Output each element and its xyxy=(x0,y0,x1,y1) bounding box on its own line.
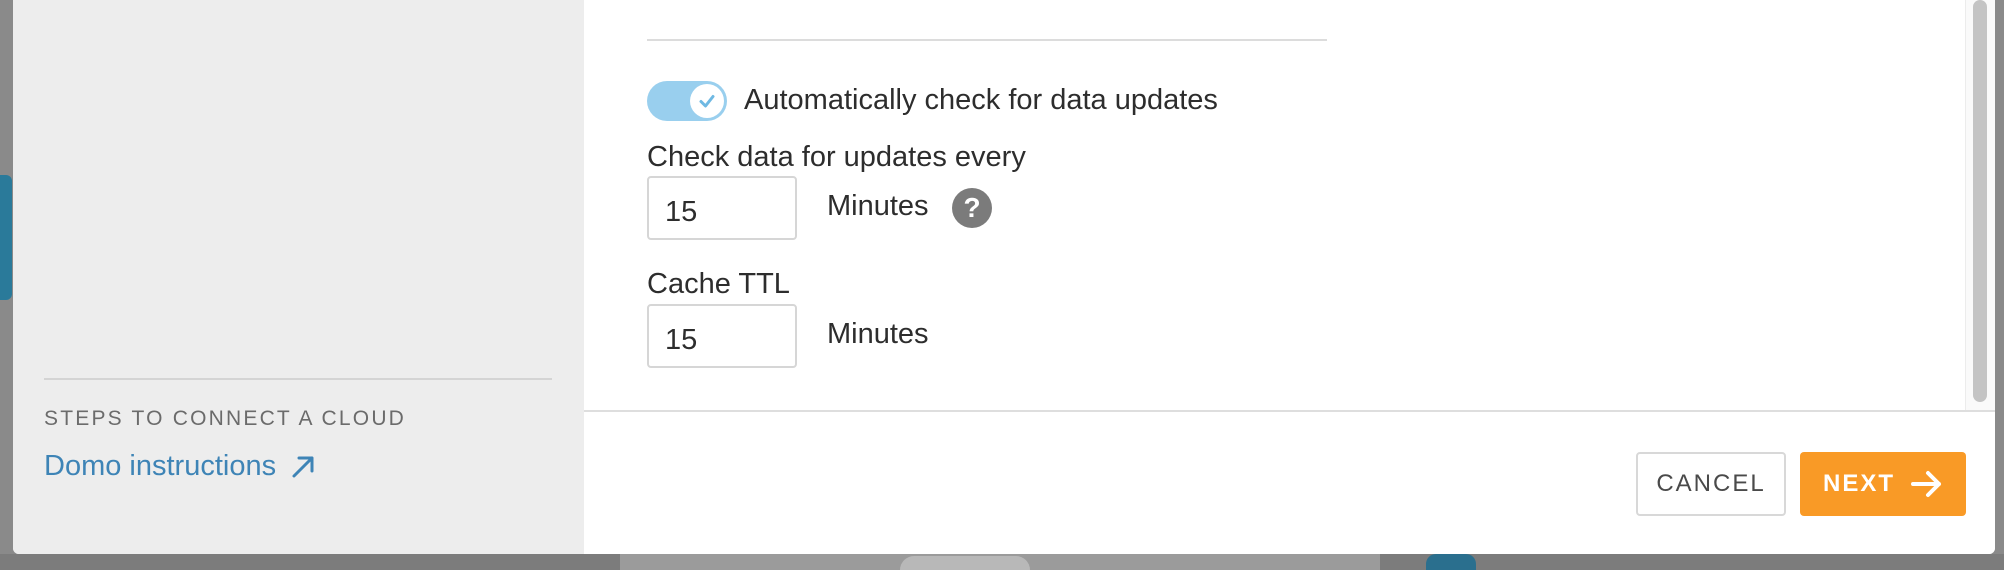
sidebar-divider xyxy=(44,378,552,380)
steps-heading: STEPS TO CONNECT A CLOUD xyxy=(44,407,407,430)
backdrop-decoration xyxy=(1426,554,1476,570)
connector-settings-modal: STEPS TO CONNECT A CLOUD Domo instructio… xyxy=(13,0,1995,554)
backdrop-decoration xyxy=(0,175,12,300)
cache-ttl-input[interactable] xyxy=(647,304,797,368)
section-divider xyxy=(647,39,1327,41)
next-button[interactable]: NEXT xyxy=(1800,452,1966,516)
check-interval-input[interactable] xyxy=(647,176,797,240)
scrollbar-thumb[interactable] xyxy=(1973,0,1987,402)
cancel-button[interactable]: CANCEL xyxy=(1636,452,1786,516)
check-interval-unit: Minutes xyxy=(827,190,929,222)
arrow-up-right-icon xyxy=(292,456,314,477)
toggle-knob xyxy=(690,84,724,118)
checkmark-icon xyxy=(699,95,715,108)
backdrop-shape xyxy=(900,556,1030,570)
auto-check-label: Automatically check for data updates xyxy=(744,84,1218,116)
instructions-link-label: Domo instructions xyxy=(44,450,277,482)
cache-ttl-unit: Minutes xyxy=(827,318,929,350)
settings-content: Automatically check for data updates Che… xyxy=(584,0,1995,410)
question-circle-icon[interactable]: ? xyxy=(952,188,992,228)
auto-check-toggle[interactable] xyxy=(647,81,727,121)
check-interval-label: Check data for updates every xyxy=(647,141,1026,173)
sidebar: STEPS TO CONNECT A CLOUD Domo instructio… xyxy=(13,0,584,554)
next-button-label: NEXT xyxy=(1822,470,1895,497)
modal-footer: CANCEL NEXT xyxy=(584,410,1995,554)
cache-ttl-label: Cache TTL xyxy=(647,268,790,300)
arrow-right-icon xyxy=(1911,471,1941,497)
scrollbar[interactable] xyxy=(1965,0,1995,410)
domo-instructions-link[interactable]: Domo instructions xyxy=(44,450,316,483)
